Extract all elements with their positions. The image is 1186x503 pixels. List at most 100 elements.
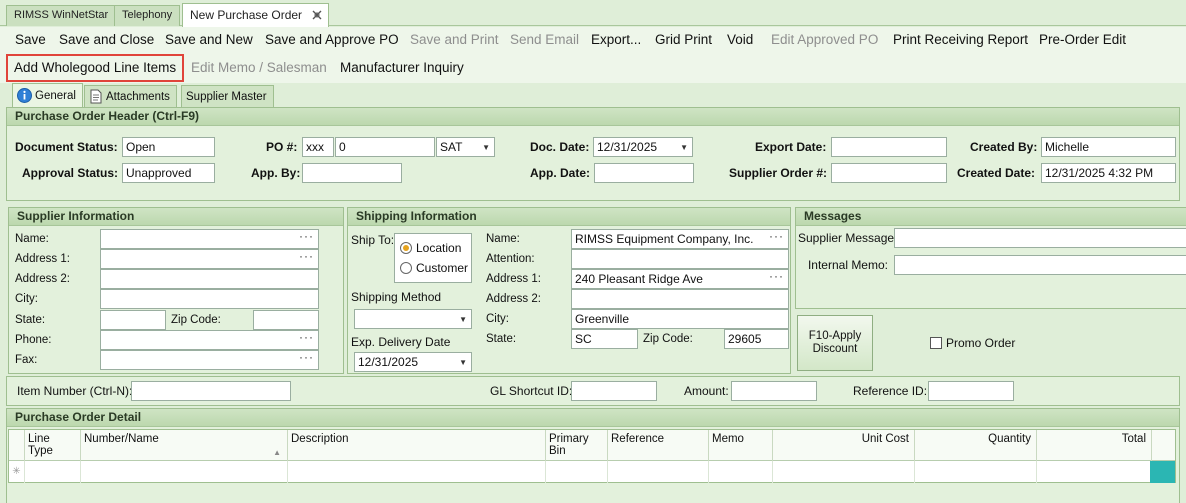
grid-cell[interactable]	[915, 461, 1037, 483]
supplier-zip-field[interactable]	[253, 310, 319, 330]
ellipsis-icon[interactable]: ···	[769, 230, 784, 245]
supplier-order-field[interactable]	[831, 163, 947, 183]
export-date-label: Export Date:	[755, 140, 827, 154]
supplier-fax-field[interactable]: ···	[100, 350, 319, 370]
exp-delivery-picker[interactable]: 12/31/2025 ▼	[354, 352, 472, 372]
grid-cell[interactable]	[1037, 461, 1152, 483]
tab-attachments[interactable]: Attachments	[84, 85, 177, 107]
ship-city-field[interactable]: Greenville	[571, 309, 789, 329]
col-quantity[interactable]: Quantity	[915, 430, 1037, 461]
radio-unselected-icon	[400, 262, 412, 274]
tab-rimss-winnetstar[interactable]: RIMSS WinNetStar	[6, 5, 117, 26]
grid-header-row: Line Type Number/Name ▲ Description Prim…	[9, 430, 1175, 461]
grid-cell[interactable]	[546, 461, 608, 483]
col-primary-bin[interactable]: Primary Bin	[546, 430, 608, 461]
save-and-close-button[interactable]: Save and Close	[59, 27, 154, 53]
shipping-method-select[interactable]: ▼	[354, 309, 472, 329]
tab-general[interactable]: General	[12, 83, 83, 107]
col-reference[interactable]: Reference	[608, 430, 709, 461]
col-description[interactable]: Description	[288, 430, 546, 461]
col-line-type[interactable]: Line Type	[25, 430, 81, 461]
edit-approved-po-button[interactable]: Edit Approved PO	[771, 27, 878, 53]
apply-discount-button[interactable]: F10-Apply Discount	[797, 315, 873, 371]
ellipsis-icon[interactable]: ···	[299, 230, 314, 245]
chevron-down-icon: ▼	[459, 315, 467, 324]
void-button[interactable]: Void	[727, 27, 753, 53]
ship-state-field[interactable]: SC	[571, 329, 638, 349]
supplier-order-label: Supplier Order #:	[729, 166, 828, 180]
item-number-field[interactable]	[131, 381, 291, 401]
amount-field[interactable]	[731, 381, 817, 401]
shipping-method-label: Shipping Method	[351, 290, 442, 304]
gl-shortcut-label: GL Shortcut ID:	[490, 384, 573, 398]
ship-name-field[interactable]: RIMSS Equipment Company, Inc. ···	[571, 229, 789, 249]
supplier-name-field[interactable]: ···	[100, 229, 319, 249]
export-date-field[interactable]	[831, 137, 947, 157]
export-button[interactable]: Export...	[591, 27, 641, 53]
col-total[interactable]: Total	[1037, 430, 1152, 461]
created-by-field: Michelle	[1041, 137, 1176, 157]
ship-address1-field[interactable]: 240 Pleasant Ridge Ave ···	[571, 269, 789, 289]
supplier-city-field[interactable]	[100, 289, 319, 309]
ellipsis-icon[interactable]: ···	[299, 351, 314, 366]
ellipsis-icon[interactable]: ···	[769, 270, 784, 285]
close-tab-icon[interactable]	[310, 8, 324, 22]
po-header-title: Purchase Order Header (Ctrl-F9)	[7, 108, 1179, 126]
grid-row-indicator-header	[9, 430, 25, 461]
save-and-new-button[interactable]: Save and New	[165, 27, 253, 53]
po-prefix-field[interactable]: xxx	[302, 137, 334, 157]
send-email-button[interactable]: Send Email	[510, 27, 579, 53]
supplier-address2-field[interactable]	[100, 269, 319, 289]
print-receiving-report-button[interactable]: Print Receiving Report	[893, 27, 1028, 53]
app-by-field[interactable]	[302, 163, 402, 183]
add-wholegood-line-items-button[interactable]: Add Wholegood Line Items	[5, 54, 185, 82]
ship-to-customer-option[interactable]: Customer	[400, 260, 468, 276]
grid-print-button[interactable]: Grid Print	[655, 27, 712, 53]
ship-address2-field[interactable]	[571, 289, 789, 309]
grid-cell[interactable]	[709, 461, 773, 483]
pre-order-edit-button[interactable]: Pre-Order Edit	[1039, 27, 1126, 53]
supplier-address1-field[interactable]: ···	[100, 249, 319, 269]
ship-to-location-option[interactable]: Location	[400, 240, 461, 256]
ship-attention-field[interactable]	[571, 249, 789, 269]
grid-cell[interactable]	[25, 461, 81, 483]
grid-row-action-cell[interactable]	[1150, 461, 1175, 483]
document-tab-strip: RIMSS WinNetStar Telephony New Purchase …	[0, 0, 1186, 27]
po-location-select[interactable]: SAT ▼	[436, 137, 495, 157]
created-by-label: Created By:	[970, 140, 1038, 154]
tab-supplier-master[interactable]: Supplier Master	[181, 85, 274, 107]
manufacturer-inquiry-button[interactable]: Manufacturer Inquiry	[340, 55, 464, 81]
gl-shortcut-field[interactable]	[571, 381, 657, 401]
edit-memo-salesman-button[interactable]: Edit Memo / Salesman	[191, 55, 327, 81]
promo-order-checkbox[interactable]	[930, 337, 942, 349]
ellipsis-icon[interactable]: ···	[299, 250, 314, 265]
ship-zip-field[interactable]: 29605	[724, 329, 789, 349]
grid-cell[interactable]	[288, 461, 546, 483]
app-date-field[interactable]	[594, 163, 694, 183]
reference-id-field[interactable]	[928, 381, 1014, 401]
tab-telephony[interactable]: Telephony	[114, 5, 181, 26]
save-and-print-button[interactable]: Save and Print	[410, 27, 499, 53]
ship-address1-value: 240 Pleasant Ridge Ave	[575, 272, 703, 286]
chevron-down-icon: ▼	[680, 143, 688, 152]
supplier-state-field[interactable]	[100, 310, 166, 330]
col-unit-cost[interactable]: Unit Cost	[773, 430, 915, 461]
ellipsis-icon[interactable]: ···	[299, 331, 314, 346]
col-memo[interactable]: Memo	[709, 430, 773, 461]
doc-date-picker[interactable]: 12/31/2025 ▼	[593, 137, 693, 157]
po-number-field[interactable]: 0	[335, 137, 435, 157]
save-and-approve-po-button[interactable]: Save and Approve PO	[265, 27, 399, 53]
grid-cell[interactable]	[608, 461, 709, 483]
grid-cell[interactable]	[773, 461, 915, 483]
supplier-message-field[interactable]	[894, 228, 1186, 248]
grid-new-row[interactable]: ✳	[9, 461, 1175, 483]
col-number-name[interactable]: Number/Name ▲	[81, 430, 288, 461]
supplier-phone-field[interactable]: ···	[100, 330, 319, 350]
internal-memo-field[interactable]	[894, 255, 1186, 275]
grid-cell[interactable]	[81, 461, 288, 483]
item-number-label: Item Number (Ctrl-N):	[17, 384, 133, 398]
document-status-label: Document Status:	[15, 140, 118, 154]
tab-new-purchase-order[interactable]: New Purchase Order	[182, 3, 330, 27]
supplier-message-label: Supplier Message:	[798, 231, 898, 245]
save-button[interactable]: Save	[15, 27, 46, 53]
